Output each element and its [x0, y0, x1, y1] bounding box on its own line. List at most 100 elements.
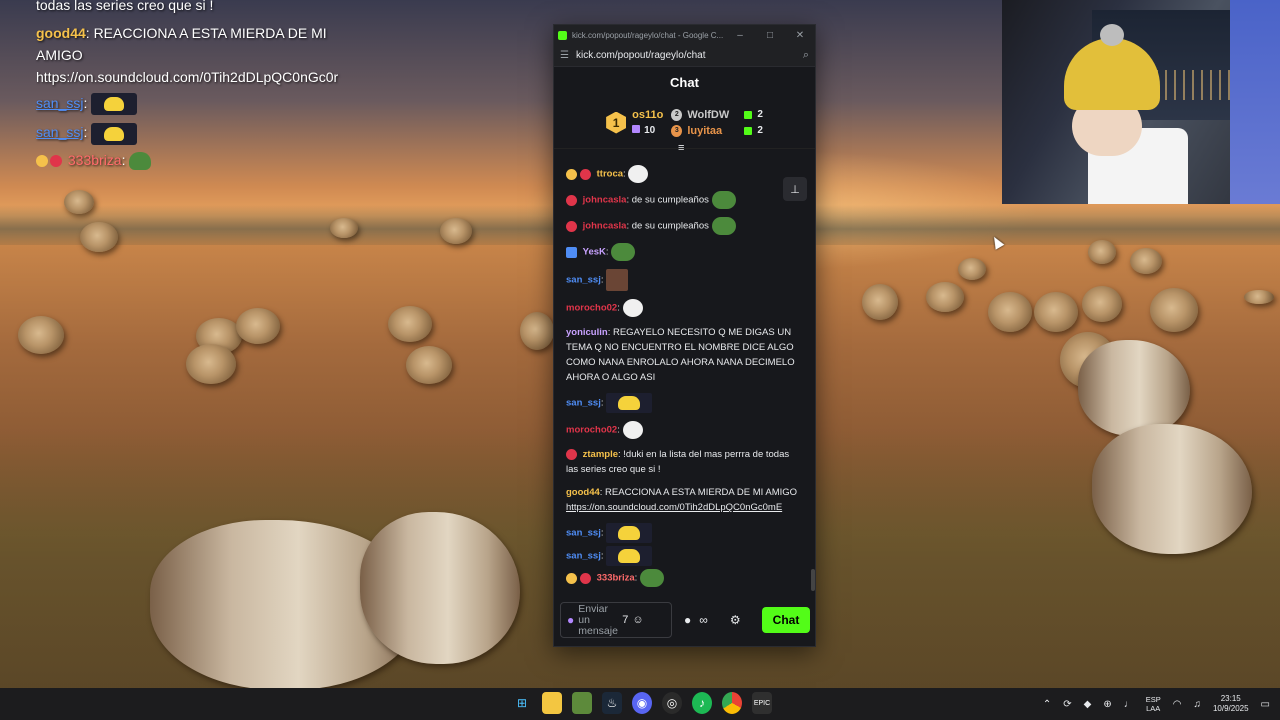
chat-composer: ● Enviar un mensaje 7 ☺ ● ∞ ⚙ Chat	[560, 601, 810, 639]
zoom-icon[interactable]: ⌕	[803, 49, 809, 62]
chat-message-text: :	[600, 527, 604, 539]
network-app-icon[interactable]: ⊕	[1103, 699, 1111, 710]
system-clock[interactable]: 23:15 10/9/2025	[1213, 694, 1249, 714]
discord-icon[interactable]: ◉	[632, 692, 652, 714]
minion-emote-icon	[606, 393, 653, 413]
chat-username[interactable]: morocho02	[566, 303, 617, 314]
chat-messages[interactable]: ttroca: johncasla: de su cumpleaños john…	[554, 161, 815, 591]
chat-username[interactable]: johncasla	[583, 221, 627, 232]
sync-icon[interactable]: ⟳	[1063, 699, 1071, 710]
close-button[interactable]: ✕	[785, 30, 815, 41]
chat-username[interactable]: ttroca	[597, 169, 623, 180]
overlay-message: good44: REACCIONA A ESTA MIERDA DE MI AM…	[36, 25, 327, 63]
chevron-up-icon[interactable]: ⌃	[1043, 699, 1051, 710]
troll-emote-icon	[628, 165, 649, 183]
chat-username[interactable]: ztample	[583, 449, 618, 460]
emoji-icon[interactable]: ☺	[632, 614, 643, 626]
spotify-icon[interactable]: ♪	[692, 692, 712, 714]
chat-username[interactable]: san_ssj	[566, 398, 601, 409]
wifi-icon[interactable]: ◠	[1173, 699, 1182, 710]
hay-bale	[1244, 290, 1274, 304]
chat-username[interactable]: san_ssj	[566, 275, 601, 286]
windows-start-icon[interactable]: ⊞	[512, 692, 532, 714]
hay-bale	[1088, 240, 1116, 264]
minimize-button[interactable]: –	[725, 30, 755, 41]
chat-username[interactable]: morocho02	[566, 425, 617, 436]
hay-bale	[388, 306, 432, 342]
chat-username[interactable]: san_ssj	[566, 528, 601, 539]
chat-message: YesK:	[566, 243, 803, 261]
rank-number: 1	[612, 115, 620, 130]
rank-3-badge-icon: 3	[671, 124, 683, 137]
volume-icon[interactable]: ♫	[1193, 699, 1201, 710]
window-titlebar[interactable]: kick.com/popout/rageylo/chat - Google C.…	[554, 25, 815, 45]
steam-icon[interactable]: ♨	[602, 692, 622, 714]
hay-bale	[958, 258, 986, 280]
minion-emote-icon	[91, 93, 138, 116]
clock-time: 23:15	[1220, 694, 1241, 703]
url-text[interactable]: kick.com/popout/rageylo/chat	[576, 50, 803, 61]
kick-points-icon[interactable]: ●	[684, 613, 691, 627]
chrome-icon[interactable]	[722, 692, 742, 714]
hay-bale	[1150, 288, 1198, 332]
overlay-username: san_ssj	[36, 124, 84, 141]
kick-chat-popup-window[interactable]: kick.com/popout/rageylo/chat - Google C.…	[553, 24, 816, 647]
minion-emote-icon	[91, 122, 138, 145]
microphone-icon[interactable]: ●	[567, 613, 574, 627]
microphone-tray-icon[interactable]: ♩	[1124, 699, 1134, 710]
chat-scrollbar[interactable]	[811, 569, 815, 591]
infinity-icon[interactable]: ∞	[699, 613, 708, 627]
settings-gear-icon[interactable]: ⚙	[730, 613, 741, 627]
leaderboard-count: 10	[632, 125, 663, 136]
webcam-feed	[1002, 0, 1280, 204]
chat-message-text: : de su cumpleaños	[626, 194, 709, 206]
maximize-button[interactable]: □	[755, 30, 785, 41]
notification-bell-icon[interactable]: ▭	[1261, 699, 1270, 710]
site-info-icon[interactable]: ☰	[560, 50, 576, 61]
sub-badge-icon	[580, 168, 591, 180]
leaderboard-first-info: os11o 10	[632, 109, 663, 136]
7tv-icon[interactable]: 7	[622, 614, 628, 626]
file-explorer-icon[interactable]	[542, 692, 562, 714]
chat-username[interactable]: san_ssj	[566, 551, 601, 562]
hay-bale	[80, 222, 118, 252]
chat-message-text: : de su cumpleaños	[626, 220, 709, 232]
send-chat-button[interactable]: Chat	[762, 607, 810, 633]
chat-username[interactable]: yoniculin	[566, 327, 608, 338]
hay-bale	[440, 218, 472, 244]
leaderboard-second[interactable]: 2 WolfDW 2	[671, 108, 763, 121]
rank-1-badge-icon: 1	[606, 111, 627, 134]
overlay-message: todas las series creo que si !	[36, 0, 366, 16]
chat-message-text: :	[605, 246, 609, 258]
hay-bale	[988, 292, 1032, 332]
gift-leaderboard[interactable]: 1 os11o 10 2 WolfDW 2 3 luyitaa 2 ≡	[554, 97, 815, 154]
hay-bale	[862, 284, 898, 320]
chat-username[interactable]: good44	[566, 487, 600, 498]
overlay-link-text: https://on.soundcloud.com/0Tih2dDLpQC0nG…	[36, 69, 339, 85]
leaderboard-first[interactable]: 1 os11o 10	[606, 109, 663, 136]
overlay-message: 333briza:	[36, 149, 366, 171]
hay-bale	[236, 308, 280, 344]
leaderboard-username: os11o	[632, 109, 664, 121]
minecraft-icon[interactable]	[572, 692, 592, 714]
chat-header: Chat	[554, 67, 815, 97]
language-indicator[interactable]: ESP LAA	[1146, 695, 1161, 713]
collapse-leaderboard-icon[interactable]: ≡	[678, 142, 684, 154]
chat-message: san_ssj:	[566, 269, 803, 291]
chat-username[interactable]: 333briza	[597, 573, 635, 584]
hay-bale	[926, 282, 964, 312]
leaderboard-third[interactable]: 3 luyitaa 2	[671, 124, 763, 137]
chat-message-link[interactable]: https://on.soundcloud.com/0Tih2dDLpQC0nG…	[566, 502, 782, 513]
sub-badge-icon	[580, 572, 591, 584]
message-input[interactable]: ● Enviar un mensaje 7 ☺	[560, 602, 672, 638]
hay-bale	[330, 218, 358, 238]
rank-number: 3	[674, 127, 679, 134]
defender-icon[interactable]: ◆	[1084, 699, 1092, 710]
overlay-message: https://on.soundcloud.com/0Tih2dDLpQC0nG…	[36, 66, 366, 88]
chat-username[interactable]: johncasla	[583, 195, 627, 206]
chat-username[interactable]: YesK	[583, 247, 606, 258]
address-bar[interactable]: ☰ kick.com/popout/rageylo/chat ⌕	[554, 45, 815, 67]
obs-icon[interactable]: ◎	[662, 692, 682, 714]
epic-games-icon[interactable]: EPIC	[752, 692, 772, 714]
stream-chat-overlay: todas las series creo que si ! good44: R…	[36, 0, 366, 171]
